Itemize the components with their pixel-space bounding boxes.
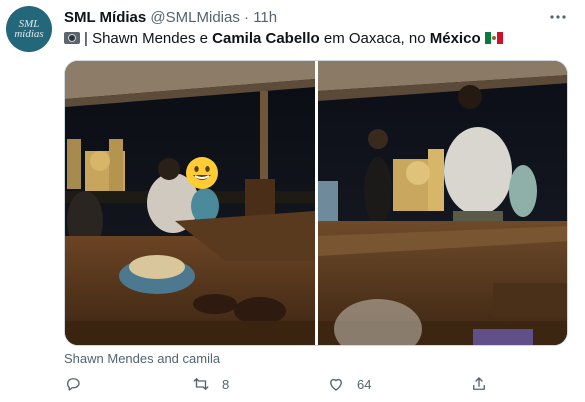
- more-icon[interactable]: [549, 7, 567, 25]
- photo-1[interactable]: [65, 61, 315, 345]
- share-button[interactable]: [470, 375, 500, 393]
- media-grid: [64, 60, 568, 346]
- tweet-text-middle: em Oaxaca, no: [319, 30, 430, 47]
- emoji-face-icon: [186, 157, 218, 189]
- separator-dot: ·: [244, 9, 250, 26]
- tweet-text-prefix: | Shawn Mendes e: [84, 30, 213, 47]
- tweet-time[interactable]: 11h: [253, 9, 277, 26]
- author-name[interactable]: SML Mídias: [64, 9, 146, 26]
- author-handle[interactable]: @SMLMidias: [150, 9, 239, 26]
- tweet-header: SML Mídias @SMLMidias · 11h: [64, 9, 277, 26]
- retweet-button[interactable]: 8: [192, 375, 229, 393]
- like-button[interactable]: 64: [327, 375, 371, 393]
- mexico-flag-icon: [484, 32, 503, 44]
- like-count: 64: [357, 376, 372, 392]
- like-icon: [330, 378, 342, 391]
- reply-button[interactable]: [64, 375, 94, 393]
- tweet-text: | Shawn Mendes e Camila Cabello em Oaxac…: [64, 30, 503, 47]
- tweet-text-bold-2: México: [429, 30, 481, 47]
- media-caption: Shawn Mendes and camila: [64, 351, 221, 366]
- share-icon: [473, 377, 485, 390]
- photo-2[interactable]: [318, 61, 567, 345]
- tweet-text-bold-1: Camila Cabello: [212, 30, 320, 47]
- tweet[interactable]: SML mídias SML Mídias @SMLMidias · 11h | …: [0, 0, 585, 402]
- retweet-count: 8: [222, 376, 230, 392]
- reply-icon: [67, 378, 80, 391]
- retweet-icon: [193, 378, 209, 390]
- action-bar: 8 64: [0, 375, 585, 399]
- camera-icon: [64, 32, 80, 44]
- avatar-text-line2: mídias: [14, 28, 44, 40]
- author-avatar[interactable]: SML mídias: [6, 6, 52, 52]
